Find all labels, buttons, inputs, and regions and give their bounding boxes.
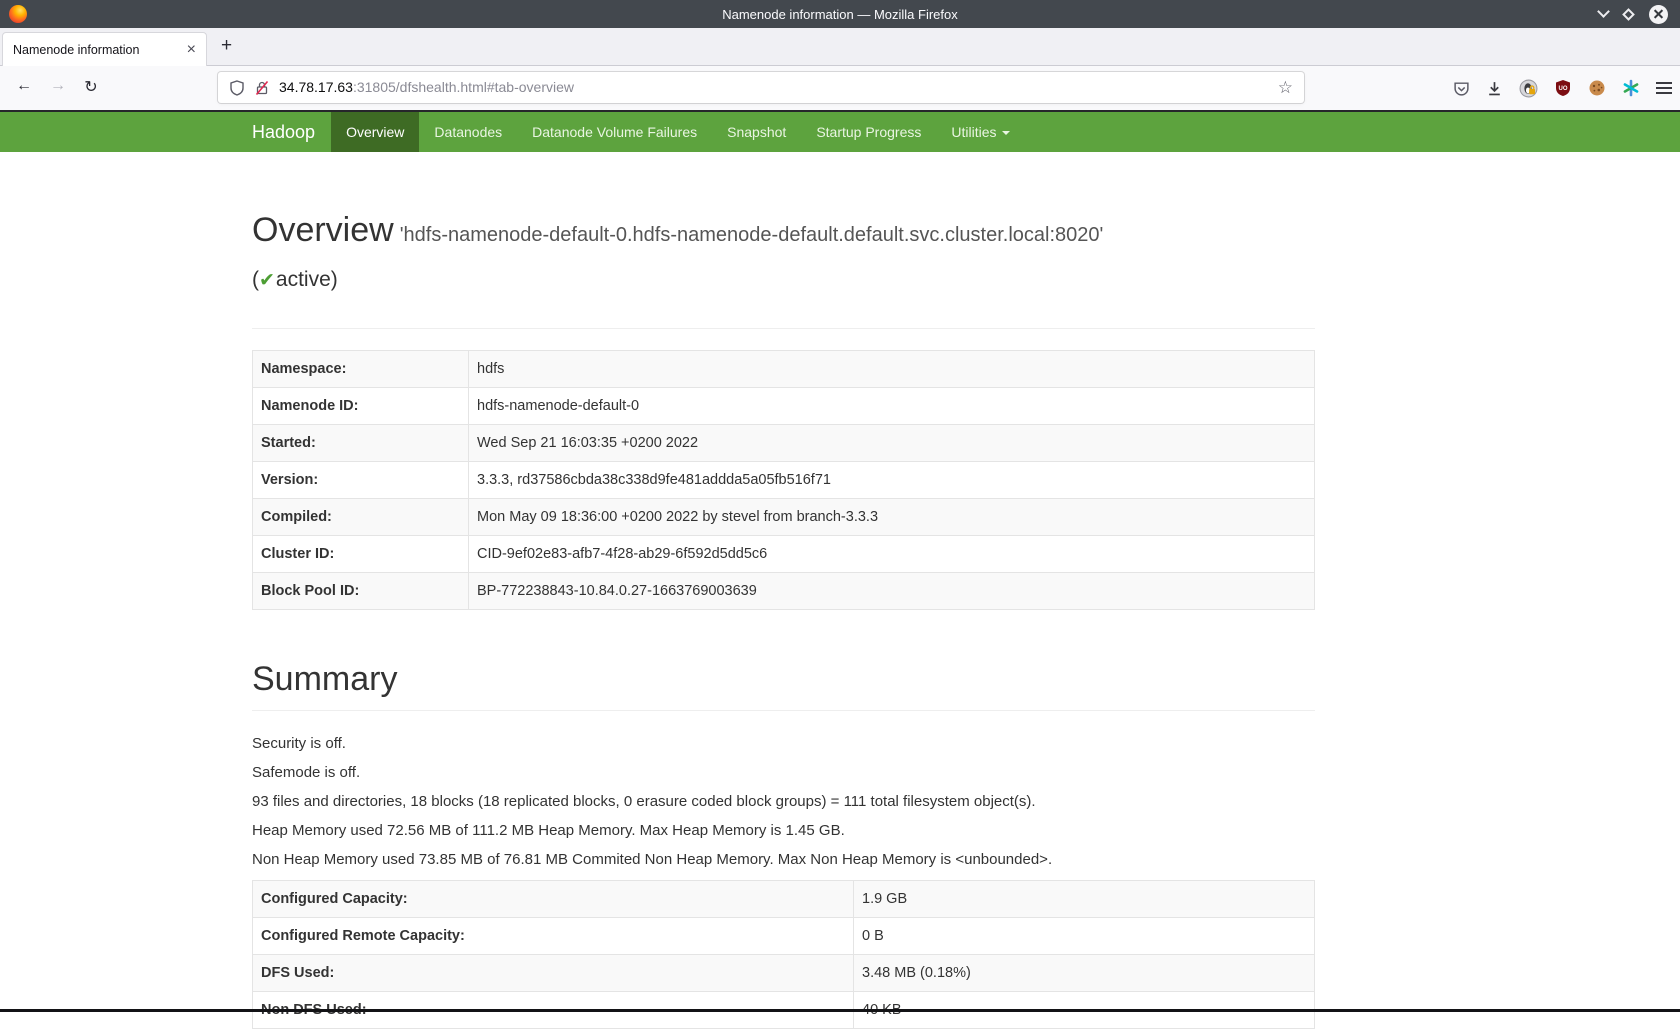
summary-title: Summary [252, 656, 1315, 702]
status-badge: active) [276, 268, 338, 291]
table-row: Started:Wed Sep 21 16:03:35 +0200 2022 [253, 425, 1315, 462]
tab-close-icon[interactable]: × [187, 42, 196, 58]
table-row: Version:3.3.3, rd37586cbda38c338d9fe481a… [253, 462, 1315, 499]
row-value: 3.3.3, rd37586cbda38c338d9fe481addda5a05… [469, 462, 1315, 499]
table-row: Configured Capacity:1.9 GB [253, 881, 1315, 918]
row-value: 1.9 GB [854, 881, 1315, 918]
summary-line-heap: Heap Memory used 72.56 MB of 111.2 MB He… [252, 821, 1315, 841]
namenode-info-table: Namespace:hdfs Namenode ID:hdfs-namenode… [252, 350, 1315, 610]
row-label: Block Pool ID: [253, 573, 469, 610]
forward-button[interactable]: → [45, 77, 71, 95]
row-label: Version: [253, 462, 469, 499]
tab-snapshot[interactable]: Snapshot [712, 112, 801, 152]
chevron-down-icon [1597, 5, 1610, 18]
row-value: Mon May 09 18:36:00 +0200 2022 by stevel… [469, 499, 1315, 536]
container-asterisk-icon[interactable] [1622, 79, 1640, 97]
firefox-logo-icon [9, 5, 27, 23]
row-value: CID-9ef02e83-afb7-4f28-ab29-6f592d5dd5c6 [469, 536, 1315, 573]
overview-title-text: Overview [252, 211, 394, 249]
page-content: Overview 'hdfs-namenode-default-0.hdfs-na… [252, 208, 1315, 1029]
page-title: Overview 'hdfs-namenode-default-0.hdfs-na… [252, 208, 1315, 257]
table-row: Cluster ID:CID-9ef02e83-afb7-4f28-ab29-6… [253, 536, 1315, 573]
reload-button[interactable]: ↻ [78, 77, 104, 97]
row-label: DFS Used: [253, 955, 854, 992]
window-minimize-button[interactable] [1599, 12, 1608, 16]
divider [252, 328, 1315, 329]
browser-toolbar: ← → ↻ 34.78.17.63:31805/dfshealth.html#t… [0, 66, 1680, 110]
connection-insecure-lock-icon[interactable] [254, 80, 270, 96]
new-tab-button[interactable]: + [221, 35, 232, 57]
caret-down-icon [1002, 131, 1010, 135]
table-row: Namespace:hdfs [253, 351, 1315, 388]
maximize-diamond-icon [1622, 8, 1635, 21]
dropdown-utilities[interactable]: Utilities [936, 112, 1024, 152]
tab-overview[interactable]: Overview [331, 112, 419, 152]
downloads-icon[interactable] [1486, 80, 1503, 97]
table-row: Configured Remote Capacity:0 B [253, 918, 1315, 955]
summary-line-security: Security is off. [252, 734, 1315, 754]
tab-title: Namenode information [13, 43, 187, 57]
row-value: BP-772238843-10.84.0.27-1663769003639 [469, 573, 1315, 610]
svg-text:UO: UO [1559, 86, 1568, 92]
window-title: Namenode information — Mozilla Firefox [0, 7, 1680, 22]
table-row: Block Pool ID:BP-772238843-10.84.0.27-16… [253, 573, 1315, 610]
capacity-table: Configured Capacity:1.9 GB Configured Re… [252, 880, 1315, 1029]
table-row: Compiled:Mon May 09 18:36:00 +0200 2022 … [253, 499, 1315, 536]
namenode-status: (✔active) [252, 265, 1315, 296]
row-label: Namenode ID: [253, 388, 469, 425]
window-controls [1599, 0, 1668, 28]
back-button[interactable]: ← [11, 77, 37, 95]
table-row: Namenode ID:hdfs-namenode-default-0 [253, 388, 1315, 425]
window-close-button[interactable] [1649, 5, 1668, 24]
row-value: 0 B [854, 918, 1315, 955]
row-value: hdfs-namenode-default-0 [469, 388, 1315, 425]
row-label: Configured Capacity: [253, 881, 854, 918]
check-icon: ✔ [259, 270, 275, 291]
window-maximize-button[interactable] [1624, 10, 1633, 19]
row-value: 3.48 MB (0.18%) [854, 955, 1315, 992]
cookie-icon[interactable] [1588, 79, 1606, 97]
row-label: Namespace: [253, 351, 469, 388]
navbar-brand-hadoop[interactable]: Hadoop [252, 112, 315, 152]
row-label: Cluster ID: [253, 536, 469, 573]
namenode-address: 'hdfs-namenode-default-0.hdfs-namenode-d… [400, 224, 1104, 246]
window-titlebar: Namenode information — Mozilla Firefox [0, 0, 1680, 28]
menu-icon[interactable] [1656, 82, 1672, 94]
url-bar[interactable]: 34.78.17.63:31805/dfshealth.html#tab-ove… [218, 72, 1304, 103]
summary-line-files: 93 files and directories, 18 blocks (18 … [252, 792, 1315, 812]
browser-tab[interactable]: Namenode information × [2, 32, 207, 66]
table-row: DFS Used:3.48 MB (0.18%) [253, 955, 1315, 992]
summary-line-safemode: Safemode is off. [252, 763, 1315, 783]
divider [252, 710, 1315, 711]
hadoop-navbar: Hadoop Overview Datanodes Datanode Volum… [0, 110, 1680, 152]
summary-line-nonheap: Non Heap Memory used 73.85 MB of 76.81 M… [252, 850, 1315, 870]
toolbar-extension-area: UO [1453, 66, 1672, 110]
tracking-shield-icon[interactable] [229, 80, 245, 96]
row-label: Started: [253, 425, 469, 462]
row-value: Wed Sep 21 16:03:35 +0200 2022 [469, 425, 1315, 462]
ublock-origin-icon[interactable]: UO [1554, 79, 1572, 97]
tab-datanode-volume-failures[interactable]: Datanode Volume Failures [517, 112, 712, 152]
tab-bar: Namenode information × + [0, 28, 1680, 66]
pocket-icon[interactable] [1453, 80, 1470, 97]
tab-startup-progress[interactable]: Startup Progress [801, 112, 936, 152]
row-value: hdfs [469, 351, 1315, 388]
url-text: 34.78.17.63:31805/dfshealth.html#tab-ove… [279, 79, 574, 97]
url-path: :31805/dfshealth.html#tab-overview [353, 79, 574, 95]
url-host: 34.78.17.63 [279, 79, 353, 95]
bookmark-star-icon[interactable]: ☆ [1278, 78, 1293, 98]
row-label: Configured Remote Capacity: [253, 918, 854, 955]
row-label: Compiled: [253, 499, 469, 536]
extension-penguin-lock-icon[interactable] [1519, 79, 1538, 98]
tab-datanodes[interactable]: Datanodes [419, 112, 517, 152]
